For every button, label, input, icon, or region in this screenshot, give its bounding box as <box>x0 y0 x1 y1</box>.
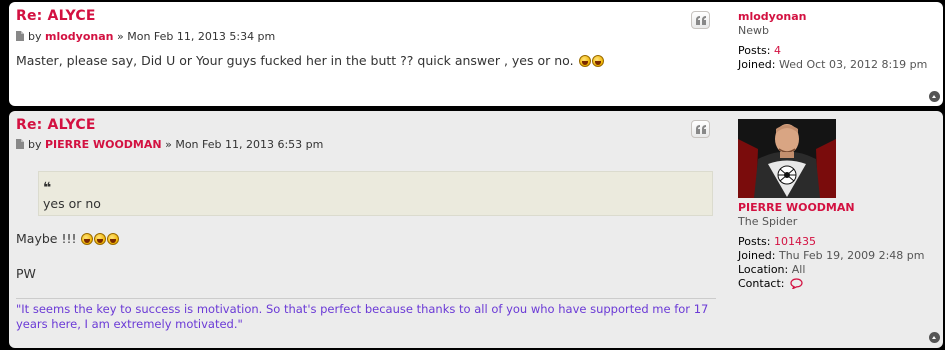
profile-rank: Newb <box>738 24 769 37</box>
by-label: by <box>28 138 42 151</box>
back-to-top-icon[interactable] <box>929 91 940 102</box>
post-2: Re: ALYCE by PIERRE WOODMAN » Mon Feb 11… <box>9 111 943 348</box>
post-1: Re: ALYCE by mlodyonan » Mon Feb 11, 201… <box>9 2 943 106</box>
meta-separator: » <box>165 138 172 151</box>
smiley-icon <box>81 233 94 245</box>
post-title[interactable]: Re: ALYCE <box>16 117 96 133</box>
post-meta: by mlodyonan » Mon Feb 11, 2013 5:34 pm <box>16 30 275 43</box>
location-value: All <box>791 263 806 276</box>
avatar-image <box>738 119 836 198</box>
quote-icon <box>696 16 706 25</box>
post-date: Mon Feb 11, 2013 6:53 pm <box>175 138 324 151</box>
contact-icon[interactable] <box>790 278 803 290</box>
back-to-top-icon[interactable] <box>929 332 940 343</box>
quote-button[interactable] <box>691 11 710 29</box>
smiley-icon <box>107 233 120 245</box>
joined-label: Joined: <box>738 58 776 71</box>
post-profile: PIERRE WOODMAN The Spider Posts: 101435 … <box>738 201 924 291</box>
smiley-icon <box>94 233 107 245</box>
posts-label: Posts: <box>738 235 771 248</box>
location-label: Location: <box>738 263 789 276</box>
meta-separator: » <box>116 30 124 43</box>
joined-date: Wed Oct 03, 2012 8:19 pm <box>778 58 928 71</box>
quote-mark-icon: ❝ <box>43 180 52 196</box>
avatar[interactable] <box>738 119 836 198</box>
post-profile: mlodyonan Newb Posts: 4 Joined: Wed Oct … <box>738 10 927 72</box>
post-date: Mon Feb 11, 2013 5:34 pm <box>127 30 276 43</box>
posts-count-link[interactable]: 101435 <box>774 235 816 248</box>
posts-count-link[interactable]: 4 <box>774 44 781 57</box>
smiley-icon <box>591 55 604 67</box>
quote-button[interactable] <box>691 120 710 138</box>
joined-label: Joined: <box>738 249 776 262</box>
post-content: Master, please say, Did U or Your guys f… <box>16 53 604 68</box>
joined-date: Thu Feb 19, 2009 2:48 pm <box>778 249 925 262</box>
post-body-text: Master, please say, Did U or Your guys f… <box>16 53 574 68</box>
quote-block: ❝ yes or no <box>38 171 713 216</box>
post-body-text: Maybe !!! <box>16 231 77 246</box>
post-title[interactable]: Re: ALYCE <box>16 8 96 24</box>
profile-username[interactable]: PIERRE WOODMAN <box>738 201 855 214</box>
contact-label: Contact: <box>738 277 785 290</box>
quote-text: yes or no <box>43 196 101 211</box>
post-signature: "It seems the key to success is motivati… <box>16 302 709 331</box>
document-icon[interactable] <box>16 31 24 41</box>
post-content: Maybe !!! <box>16 231 120 246</box>
post-author-link[interactable]: mlodyonan <box>45 30 113 43</box>
profile-rank: The Spider <box>738 215 798 228</box>
post-meta: by PIERRE WOODMAN » Mon Feb 11, 2013 6:5… <box>16 138 323 151</box>
post-author-link[interactable]: PIERRE WOODMAN <box>45 138 162 151</box>
profile-username[interactable]: mlodyonan <box>738 10 806 23</box>
posts-label: Posts: <box>738 44 771 57</box>
smiley-icon <box>578 55 591 67</box>
by-label: by <box>28 30 42 43</box>
signature-divider <box>16 298 716 299</box>
document-icon[interactable] <box>16 139 24 149</box>
quote-icon <box>696 125 706 134</box>
post-body-pw: PW <box>16 266 36 281</box>
